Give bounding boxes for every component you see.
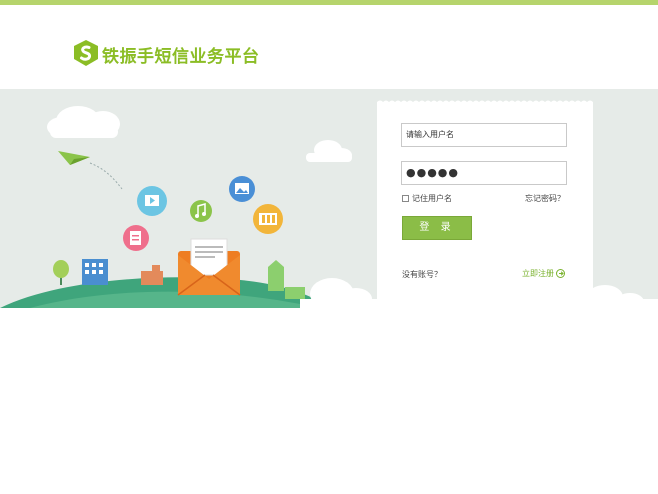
- tree-icon: [53, 260, 69, 285]
- login-button[interactable]: 登 录: [402, 216, 472, 240]
- envelope-icon: [177, 238, 241, 296]
- remember-label: 记住用户名: [412, 194, 452, 203]
- photo-icon: [229, 176, 255, 202]
- logo-icon: [74, 40, 98, 66]
- paper-plane-icon: [58, 151, 123, 190]
- folder-icon: [253, 204, 283, 234]
- register-link[interactable]: 立即注册: [522, 268, 565, 279]
- brand-name: 铁振手短信业务平台: [102, 47, 260, 67]
- video-icon: [137, 186, 167, 216]
- music-icon: [190, 200, 212, 222]
- remember-checkbox[interactable]: [402, 195, 409, 202]
- arrow-circle-icon: [556, 269, 565, 278]
- no-account-label: 没有账号？: [402, 270, 442, 279]
- cloud-icon: [47, 106, 120, 138]
- username-input[interactable]: 请输入用户名: [401, 123, 567, 147]
- document-icon: [123, 225, 149, 251]
- remember-username[interactable]: 记住用户名: [402, 193, 452, 204]
- password-input[interactable]: ●●●●●: [401, 161, 567, 185]
- forgot-password-link[interactable]: 忘记密码？: [525, 193, 565, 204]
- cloud-icon: [306, 140, 352, 162]
- register-label: 立即注册: [522, 269, 554, 278]
